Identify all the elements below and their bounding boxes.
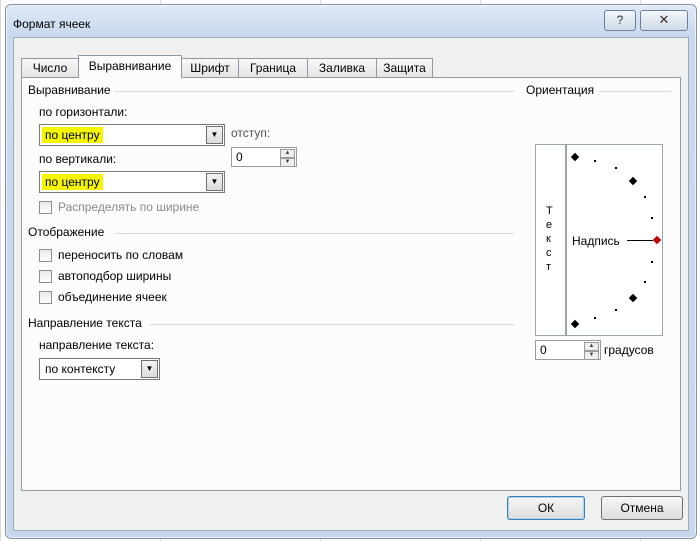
- degrees-stepper-buttons[interactable]: ▲ ▼: [584, 342, 599, 360]
- chevron-down-icon[interactable]: ▼: [206, 173, 223, 191]
- orientation-tick: [644, 281, 646, 283]
- spin-down-icon[interactable]: ▼: [584, 351, 599, 360]
- text-direction-value: по контексту: [45, 362, 116, 376]
- indent-stepper-buttons[interactable]: ▲ ▼: [280, 149, 295, 167]
- distribute-checkbox[interactable]: Распределять по ширине: [39, 200, 199, 214]
- orientation-tick: [594, 317, 596, 319]
- horizontal-alignment-value: по центру: [42, 127, 103, 143]
- spin-up-icon[interactable]: ▲: [280, 149, 295, 158]
- vertical-label: по вертикали:: [39, 152, 117, 166]
- tab-number[interactable]: Число: [21, 58, 79, 77]
- orientation-tick: [615, 309, 617, 311]
- vertical-letter: е: [546, 219, 553, 231]
- distribute-label: Распределять по ширине: [58, 200, 200, 214]
- cancel-button[interactable]: Отмена: [601, 496, 683, 520]
- text-direction-select[interactable]: по контексту ▼: [39, 358, 160, 380]
- text-direction-group-divider: [150, 324, 514, 325]
- checkbox-box[interactable]: [39, 269, 52, 283]
- orientation-marker-minus45[interactable]: [628, 293, 638, 303]
- tab-protection[interactable]: Защита: [376, 58, 433, 77]
- orientation-group-title: Ориентация: [526, 83, 595, 97]
- orientation-tick: [651, 261, 653, 263]
- alignment-group-divider: [114, 91, 514, 92]
- vertical-letter: т: [546, 261, 552, 273]
- orientation-tick: [615, 167, 617, 169]
- orientation-marker-45[interactable]: [628, 176, 638, 186]
- display-group-title: Отображение: [28, 225, 105, 239]
- help-button[interactable]: ?: [604, 10, 636, 31]
- vertical-letter: к: [546, 233, 551, 245]
- chevron-down-icon[interactable]: ▼: [141, 360, 158, 378]
- indent-value: 0: [236, 150, 243, 164]
- orientation-marker-0[interactable]: [652, 235, 662, 245]
- indent-label: отступ:: [231, 126, 271, 140]
- orientation-marker-90[interactable]: [570, 152, 580, 162]
- spin-up-icon[interactable]: ▲: [584, 342, 599, 351]
- orientation-dial[interactable]: Надпись: [566, 144, 663, 336]
- tab-alignment[interactable]: Выравнивание: [78, 55, 182, 78]
- orientation-tick: [594, 160, 596, 162]
- wrap-text-checkbox[interactable]: переносить по словам: [39, 248, 183, 262]
- close-button[interactable]: ✕: [640, 10, 688, 31]
- tab-font[interactable]: Шрифт: [181, 58, 239, 77]
- vertical-alignment-select[interactable]: по центру ▼: [39, 171, 225, 193]
- direction-label: направление текста:: [39, 338, 155, 352]
- orientation-group-divider: [599, 91, 671, 92]
- vertical-alignment-value: по центру: [42, 174, 103, 190]
- dialog-title: Формат ячеек: [13, 17, 91, 31]
- text-direction-group-title: Направление текста: [28, 316, 142, 330]
- horizontal-alignment-select[interactable]: по центру ▼: [39, 124, 225, 146]
- chevron-down-icon[interactable]: ▼: [206, 126, 223, 144]
- merge-cells-label: объединение ячеек: [58, 290, 167, 304]
- orientation-tick: [651, 217, 653, 219]
- degrees-stepper[interactable]: 0 ▲ ▼: [535, 340, 601, 360]
- dialog-client-area: Число Выравнивание Шрифт Граница Заливка…: [13, 37, 689, 531]
- vertical-letter: Т: [546, 205, 553, 217]
- vertical-letter: с: [546, 247, 552, 259]
- orientation-pointer-line: [627, 240, 653, 241]
- wrap-text-label: переносить по словам: [58, 248, 184, 262]
- orientation-tick: [644, 196, 646, 198]
- degrees-label: градусов: [604, 343, 654, 357]
- format-cells-dialog: Формат ячеек ? ✕ Число Выравнивание Шриф…: [5, 4, 697, 539]
- autofit-checkbox[interactable]: автоподбор ширины: [39, 269, 171, 283]
- alignment-panel: Выравнивание по горизонтали: по центру ▼…: [21, 77, 681, 491]
- horizontal-label: по горизонтали:: [39, 105, 128, 119]
- checkbox-box[interactable]: [39, 290, 52, 304]
- display-group-divider: [114, 233, 514, 234]
- ok-button[interactable]: ОК: [507, 496, 585, 520]
- degrees-value: 0: [540, 343, 547, 357]
- checkbox-box[interactable]: [39, 200, 52, 214]
- tab-fill[interactable]: Заливка: [307, 58, 377, 77]
- tab-border[interactable]: Граница: [238, 58, 308, 77]
- orientation-sample-text: Надпись: [572, 234, 620, 248]
- spin-down-icon[interactable]: ▼: [280, 158, 295, 167]
- merge-cells-checkbox[interactable]: объединение ячеек: [39, 290, 167, 304]
- alignment-group-title: Выравнивание: [28, 83, 111, 97]
- orientation-marker-minus90[interactable]: [570, 319, 580, 329]
- autofit-label: автоподбор ширины: [58, 269, 172, 283]
- checkbox-box[interactable]: [39, 248, 52, 262]
- indent-stepper[interactable]: 0 ▲ ▼: [231, 147, 297, 167]
- vertical-text-button[interactable]: Т е к с т: [535, 144, 566, 336]
